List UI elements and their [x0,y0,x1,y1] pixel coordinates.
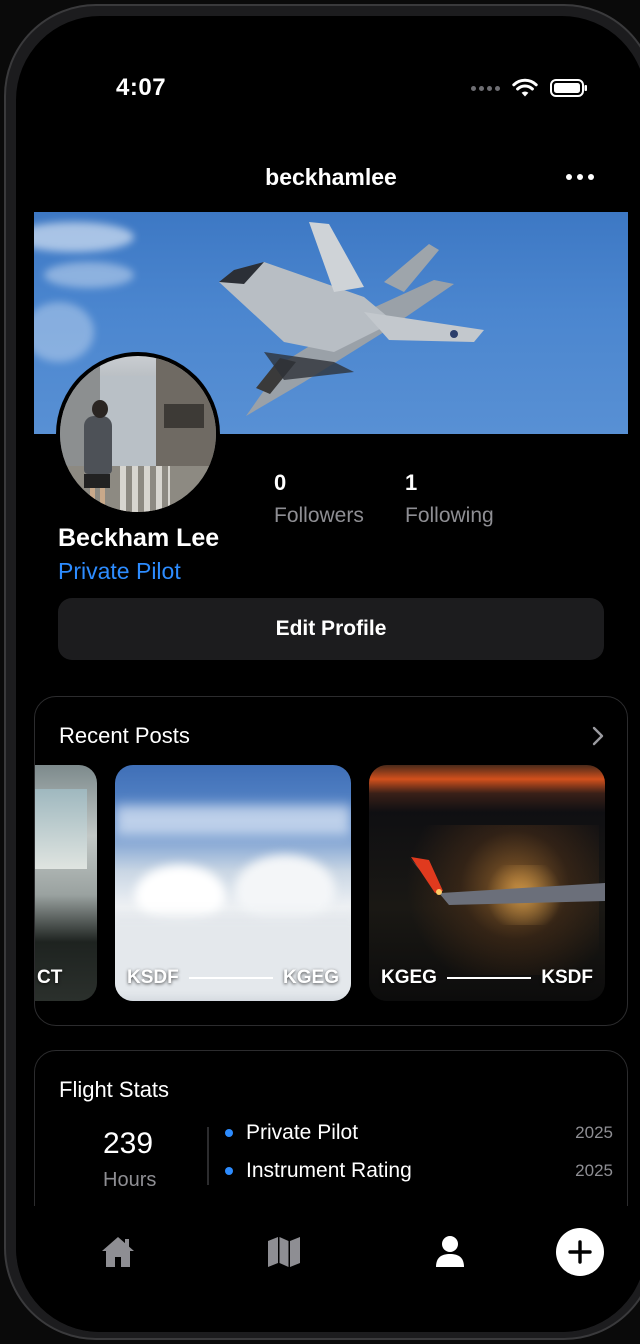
app-screen: 4:07 beckhamlee 0 Followers 1 Following … [16,16,640,1332]
following-count: 1 [405,470,418,495]
tab-profile[interactable] [426,1228,474,1276]
certificate-year: 2025 [575,1161,613,1180]
certificate-year: 2025 [575,1123,613,1142]
route-line [446,977,532,979]
post-card[interactable]: KSDF KGEG [115,765,351,1001]
more-dot-icon [577,174,583,180]
signal-icon [471,85,500,91]
avatar-photo [60,356,216,512]
bullet-icon [225,1129,233,1137]
home-icon [102,1237,134,1267]
recent-posts-title: Recent Posts [59,723,190,748]
flight-stats-title: Flight Stats [59,1077,170,1102]
hours-label: Hours [103,1169,157,1191]
tab-map[interactable] [260,1228,308,1276]
profile-icon [436,1236,464,1267]
post-card[interactable]: CT [35,765,97,1001]
followers-count: 0 [274,470,287,495]
followers-stat[interactable]: 0 Followers [274,470,364,528]
wifi-icon [512,78,538,97]
post-destination: KSDF [541,967,593,988]
battery-icon [550,79,587,97]
profile-username: beckhamlee [265,164,397,190]
stats-divider [207,1127,209,1185]
edit-profile-button[interactable]: Edit Profile [58,598,604,660]
more-options-button[interactable] [562,166,598,188]
following-label: Following [405,504,494,527]
add-post-button[interactable] [556,1228,604,1276]
hours-value: 239 [103,1127,154,1160]
route-line [188,977,274,979]
certificate-row: Instrument Rating 2025 [225,1159,613,1183]
followers-label: Followers [274,504,364,527]
tab-bar [16,1206,640,1332]
profile-title: Private Pilot [58,558,181,584]
post-destination: KGEG [283,967,339,988]
wing-image [409,857,605,905]
certificate-label: Instrument Rating [246,1159,412,1182]
post-card[interactable]: KGEG KSDF [369,765,605,1001]
post-origin: KGEG [381,967,437,988]
map-icon [268,1237,300,1267]
more-dot-icon [566,174,572,180]
tab-home[interactable] [94,1228,142,1276]
plus-icon [568,1240,592,1264]
post-origin: KSDF [127,967,179,988]
post-destination: CT [37,967,63,988]
profile-avatar[interactable] [56,352,220,516]
status-time: 4:07 [116,74,167,101]
recent-posts-card: Recent Posts CT KSDF KGEG KGEG KSDF [34,696,628,1026]
device-frame: 4:07 beckhamlee 0 Followers 1 Following … [4,4,640,1340]
certificate-row: Private Pilot 2025 [225,1121,613,1145]
tab-add[interactable] [556,1228,604,1276]
status-icons [471,78,588,98]
profile-name: Beckham Lee [58,524,220,552]
bullet-icon [225,1167,233,1175]
more-dot-icon [588,174,594,180]
chevron-right-icon[interactable] [591,725,605,747]
following-stat[interactable]: 1 Following [405,470,494,528]
certificate-label: Private Pilot [246,1121,359,1144]
